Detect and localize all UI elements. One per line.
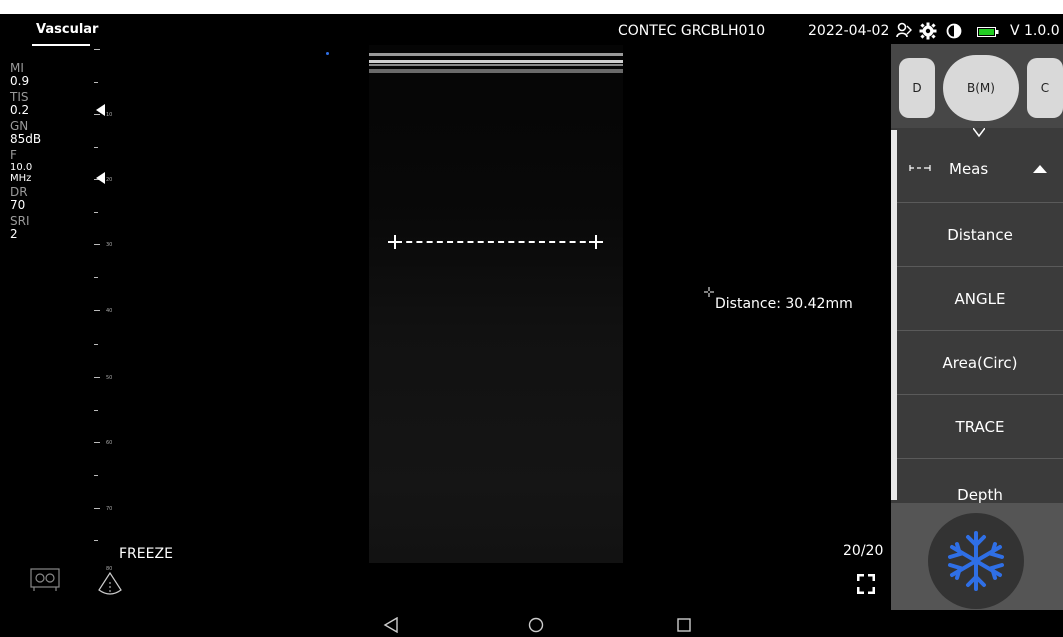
param-list: MI 0.9 TIS 0.2 GN 85dB F 10.0 MHz DR 70 … [10, 62, 41, 241]
scale-tick [94, 310, 100, 311]
mode-tab-underline [32, 44, 90, 46]
scale-tick [94, 212, 98, 213]
menu-item-angle[interactable]: ANGLE [897, 266, 1063, 331]
menu-item-depth[interactable]: Depth [897, 458, 1063, 504]
top-strip [0, 0, 1063, 14]
meas-label: Meas [949, 160, 989, 178]
nav-back-icon[interactable] [383, 617, 399, 633]
scale-label: 50 [106, 375, 113, 381]
date-text: 2022-04-02 [808, 23, 890, 39]
scale-label: 40 [106, 308, 113, 314]
caliper-end-cross[interactable] [589, 235, 603, 249]
user-icon[interactable] [896, 22, 912, 38]
distance-measure-line[interactable] [396, 241, 596, 243]
snowflake-icon [948, 531, 1004, 591]
frame-counter: 20/20 [843, 543, 884, 559]
scale-tick [94, 410, 98, 411]
nav-home-icon[interactable] [528, 617, 544, 633]
orientation-dot [326, 52, 329, 55]
version-text: V 1.0.0 [1010, 23, 1060, 39]
scale-tick [94, 277, 98, 278]
mode-button-d[interactable]: D [899, 58, 935, 118]
param-label-f: F [10, 148, 17, 162]
cursor-cross-icon [704, 287, 714, 297]
scale-label: 20 [106, 177, 113, 183]
caliper-start-cross[interactable] [388, 235, 402, 249]
scale-tick [94, 508, 100, 509]
gear-icon[interactable] [919, 22, 937, 40]
param-value-gn: 85dB [10, 132, 42, 146]
device-name: CONTEC GRCBLH010 [618, 23, 766, 39]
param-value-f: 10.0 MHz [10, 162, 33, 184]
scale-tick [94, 344, 98, 345]
contrast-icon[interactable] [946, 23, 962, 39]
param-value-dr: 70 [10, 198, 26, 212]
menu-item-trace[interactable]: TRACE [897, 394, 1063, 459]
scale-tick [94, 377, 100, 378]
probe-sector-icon[interactable] [98, 572, 122, 598]
scale-tick [94, 475, 98, 476]
mode-button-c[interactable]: C [1027, 58, 1063, 118]
scale-tick [94, 147, 98, 148]
freeze-button[interactable] [928, 513, 1024, 609]
battery-icon [977, 27, 999, 37]
ruler-icon [909, 165, 931, 171]
ultrasound-image[interactable] [369, 45, 623, 563]
distance-readout: Distance: 30.42mm [715, 296, 853, 312]
focus-marker-icon[interactable] [96, 104, 106, 116]
scale-label: 70 [106, 506, 113, 512]
nav-recent-icon[interactable] [677, 618, 691, 632]
scale-label: 30 [106, 242, 113, 248]
param-value-tis: 0.2 [10, 103, 30, 117]
mode-button-bm[interactable]: B(M) [943, 55, 1019, 121]
collapse-arrow-icon[interactable] [1033, 165, 1047, 173]
menu-item-area-circ[interactable]: Area(Circ) [897, 330, 1063, 395]
depth-scale: 10 20 30 40 50 60 70 80 [94, 44, 124, 604]
scale-label: 60 [106, 440, 113, 446]
menu-item-distance[interactable]: Distance [897, 202, 1063, 267]
focus-marker-icon[interactable] [96, 172, 106, 184]
mode-tab-vascular[interactable]: Vascular [36, 22, 98, 37]
scale-tick [94, 49, 100, 50]
scale-tick [94, 442, 100, 443]
scale-tick [94, 82, 98, 83]
scale-label: 10 [106, 112, 113, 118]
fullscreen-icon[interactable] [857, 574, 875, 594]
param-value-sri: 2 [10, 227, 18, 241]
cine-loop-icon[interactable] [30, 568, 60, 592]
scale-tick [94, 540, 98, 541]
freeze-status-label: FREEZE [119, 546, 173, 562]
scale-tick [94, 244, 100, 245]
param-value-mi: 0.9 [10, 74, 30, 88]
ultrasound-surface-echo [369, 53, 623, 73]
meas-menu-header[interactable]: Meas [897, 135, 1063, 199]
